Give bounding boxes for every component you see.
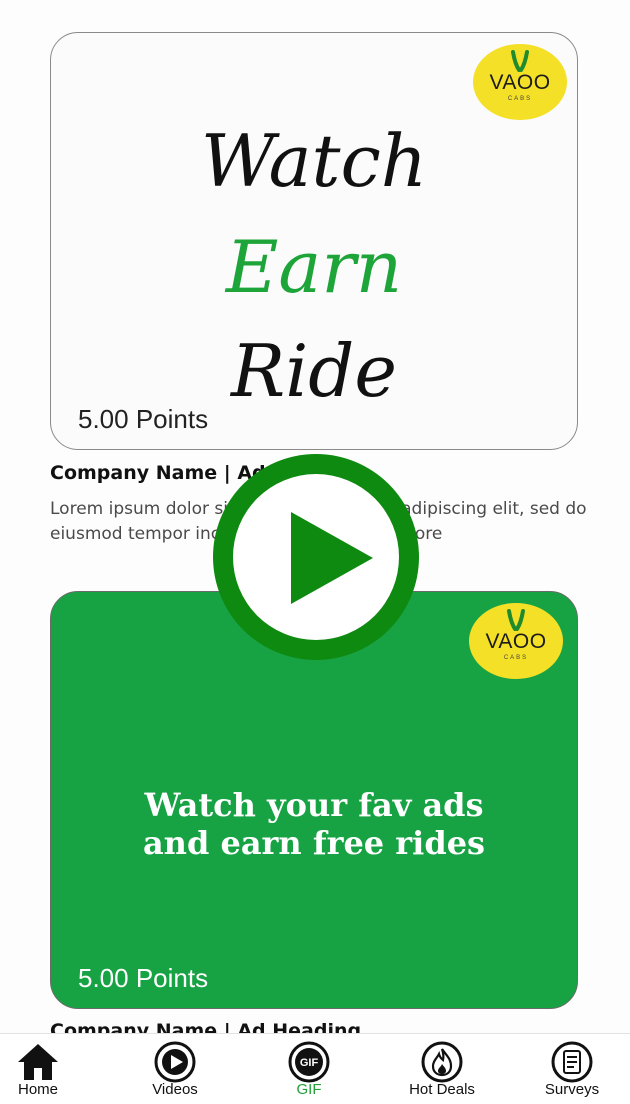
tab-videos[interactable]: Videos: [125, 1034, 225, 1104]
promo-line-1: Watch your fav ads: [144, 786, 484, 824]
play-icon: [291, 512, 373, 604]
vaoo-cabs-logo: VAOO CABS: [469, 603, 563, 679]
svg-text:GIF: GIF: [300, 1057, 319, 1069]
gif-icon: GIF: [288, 1041, 330, 1083]
tab-gif[interactable]: GIF GIF: [259, 1034, 359, 1104]
survey-icon: [551, 1041, 593, 1083]
tab-surveys[interactable]: Surveys: [522, 1034, 622, 1104]
promo-headline: Watch your fav ads and earn free rides: [51, 786, 577, 862]
headline-earn: Earn: [225, 225, 403, 309]
tab-surveys-label: Surveys: [544, 1081, 600, 1098]
video-play-icon: [154, 1041, 196, 1083]
headline-ride: Ride: [231, 329, 397, 413]
leaf-icon: [507, 609, 525, 631]
tab-home-label: Home: [17, 1081, 58, 1098]
logo-tagline: CABS: [507, 96, 533, 102]
logo-brand: VAOO: [485, 630, 547, 653]
logo-tagline: CABS: [503, 655, 529, 661]
logo-brand: VAOO: [489, 71, 551, 94]
promo-line-2: and earn free rides: [142, 824, 486, 862]
home-icon: [18, 1044, 58, 1080]
flame-icon: [421, 1041, 463, 1083]
vaoo-cabs-logo: VAOO CABS: [473, 44, 567, 120]
tab-hot-deals[interactable]: Hot Deals: [392, 1034, 492, 1104]
tab-hot-deals-label: Hot Deals: [409, 1081, 475, 1098]
bottom-tab-bar: Home Videos GIF GIF Hot Deals Surveys: [0, 1033, 630, 1104]
points-label: 5.00 Points: [78, 963, 209, 993]
ad-feed: VAOO CABS Watch Earn Ride 5.00 Points Co…: [0, 0, 630, 1104]
ad-card-watch-earn-ride[interactable]: VAOO CABS Watch Earn Ride 5.00 Points: [50, 32, 578, 450]
headline-watch: Watch: [200, 119, 428, 203]
play-button[interactable]: [213, 454, 419, 660]
points-label: 5.00 Points: [78, 404, 209, 434]
tab-videos-label: Videos: [152, 1081, 198, 1098]
tab-home[interactable]: Home: [0, 1034, 88, 1104]
tab-gif-label: GIF: [296, 1081, 322, 1098]
leaf-icon: [511, 50, 529, 72]
